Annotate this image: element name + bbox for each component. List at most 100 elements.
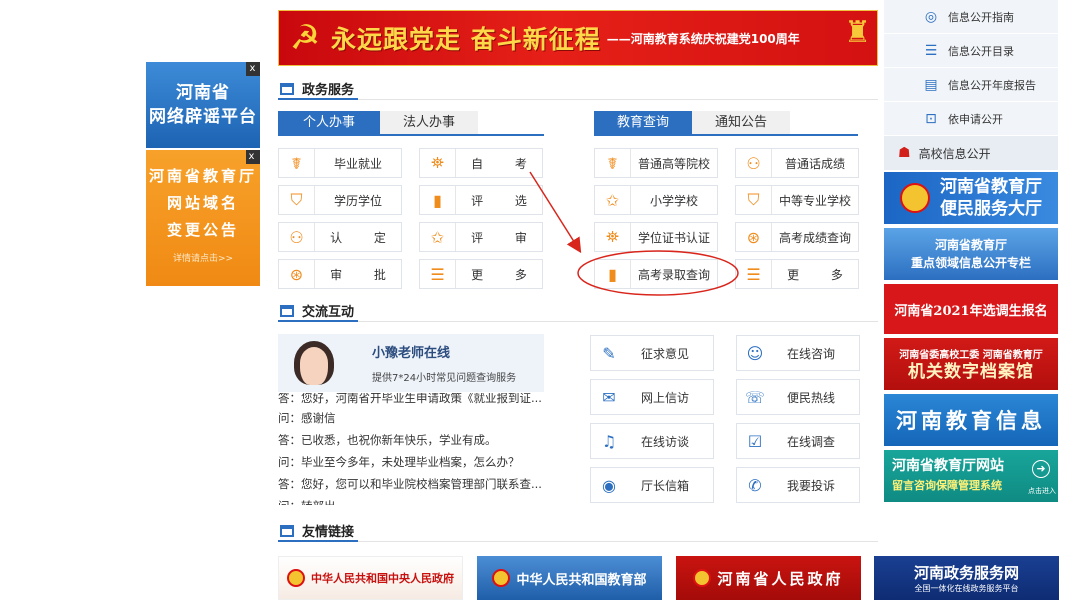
service-button[interactable]: ☤ 毕业就业: [278, 148, 402, 178]
interaction-button[interactable]: ✉ 网上信访: [590, 379, 714, 415]
service-button[interactable]: ✩ 小学学校: [594, 185, 718, 215]
party-emblem-icon: ☭: [289, 18, 321, 58]
digital-archive-banner[interactable]: 河南省委高校工委 河南省教育厅 机关数字档案馆: [884, 338, 1058, 390]
sidebar-item[interactable]: ◎ 信息公开指南: [884, 0, 1058, 34]
user-icon: ⚇: [736, 149, 772, 177]
list-item[interactable]: 问：转部出...: [278, 495, 544, 505]
gift-icon: ⛯: [420, 149, 456, 177]
banner-slogan: 永远跟党走 奋斗新征程: [331, 25, 601, 54]
service-button[interactable]: ▮ 高考录取查询: [594, 259, 718, 289]
list-item[interactable]: 问：毕业至今多年，未处理毕业档案，怎么办？: [278, 451, 544, 473]
personal-tabs: 个人办事 法人办事: [278, 111, 478, 135]
sidebar-item[interactable]: ☰ 信息公开目录: [884, 34, 1058, 68]
service-label: 更 多: [787, 267, 857, 282]
domain-ad-line1: 河南省教育厅: [148, 167, 257, 185]
list-item[interactable]: 答：您好，您可以和毕业院校档案管理部门联系查...: [278, 473, 544, 495]
national-emblem-icon: [693, 569, 712, 587]
document-icon: ▤: [924, 76, 938, 93]
list-icon: ☰: [736, 260, 772, 288]
tab-notices[interactable]: 通知公告: [692, 111, 790, 135]
service-label: 学位证书认证: [637, 230, 710, 245]
list-item[interactable]: 问：感谢信: [278, 407, 544, 429]
service-button[interactable]: ⛯ 学位证书认证: [594, 222, 718, 252]
rumor-platform-ad[interactable]: x 河南省 网络辟谣平台: [146, 62, 260, 148]
interaction-button[interactable]: ♫ 在线访谈: [590, 423, 714, 459]
bar-chart-icon: ▮: [595, 260, 631, 288]
interaction-label: 征求意见: [640, 346, 689, 361]
service-button[interactable]: ⚇ 认 定: [278, 222, 402, 252]
service-label: 小学学校: [649, 193, 698, 208]
sidebar-item-label: 信息公开指南: [948, 10, 1014, 24]
service-label: 认 定: [330, 230, 400, 245]
selection-banner[interactable]: 河南省2021年选调生报名: [884, 284, 1058, 334]
close-icon[interactable]: x: [246, 62, 260, 76]
service-label: 中等专业学校: [778, 193, 851, 208]
link-label: 河南省人民政府: [717, 569, 844, 588]
tab-personal[interactable]: 个人办事: [278, 111, 380, 135]
medal-icon: ☤: [595, 149, 631, 177]
link-central-gov[interactable]: 中华人民共和国中央人民政府: [278, 556, 463, 600]
medal-icon: ☤: [279, 149, 315, 177]
link-label: 中华人民共和国教育部: [516, 572, 647, 588]
link-henan-service[interactable]: 河南政务服务网 全国一体化在线政务服务平台: [874, 556, 1059, 600]
edu-info-banner[interactable]: 河南教育信息: [884, 394, 1058, 446]
list-item[interactable]: 答：已收悉，也祝你新年快乐，学业有成。: [278, 429, 544, 451]
message-system-banner[interactable]: 河南省教育厅网站 留言咨询保障管理系统 ➜ 点击进入: [884, 450, 1058, 502]
teacher-name: 小豫老师在线: [372, 346, 451, 361]
teacher-online-card[interactable]: 小豫老师在线 提供7*24小时常见问题查询服务: [278, 334, 544, 392]
query-tabs: 教育查询 通知公告: [594, 111, 790, 135]
link-sublabel: 全国一体化在线政务服务平台: [914, 584, 1019, 593]
service-button[interactable]: ⊛ 审 批: [278, 259, 402, 289]
interaction-button[interactable]: ✎ 征求意见: [590, 335, 714, 371]
anniversary-banner[interactable]: ☭ 永远跟党走 奋斗新征程 ——河南教育系统庆祝建党100周年 ♜: [278, 10, 878, 66]
sidebar-item[interactable]: ▤ 信息公开年度报告: [884, 68, 1058, 102]
interaction-button[interactable]: ☑ 在线调查: [736, 423, 860, 459]
checklist-icon: ☑: [747, 431, 763, 451]
interaction-button[interactable]: ✆ 我要投诉: [736, 467, 860, 503]
go-label: 点击进入: [1028, 487, 1056, 495]
edit-icon: ✎: [602, 343, 616, 363]
arrow-right-icon: ➜: [1032, 460, 1050, 478]
interaction-button[interactable]: ◉ 厅长信箱: [590, 467, 714, 503]
service-label: 审 批: [330, 267, 400, 282]
sidebar-item[interactable]: ⊡ 依申请公开: [884, 102, 1058, 136]
service-button[interactable]: ⛉ 学历学位: [278, 185, 402, 215]
list-item[interactable]: 答：您好，河南省开毕业生申请政策《就业报到证...: [278, 393, 544, 407]
compass-icon: ◎: [924, 8, 938, 25]
service-button[interactable]: ☤ 普通高等院校: [594, 148, 718, 178]
interaction-button[interactable]: ☏ 便民热线: [736, 379, 860, 415]
close-icon[interactable]: x: [246, 150, 260, 164]
service-button[interactable]: ⛉ 中等专业学校: [735, 185, 859, 215]
tab-edu-query[interactable]: 教育查询: [594, 111, 692, 135]
interaction-button[interactable]: ☺ 在线咨询: [736, 335, 860, 371]
domain-ad-more-link[interactable]: 详情请点击>>: [173, 246, 233, 273]
service-button[interactable]: ✩ 评 审: [419, 222, 543, 252]
service-label: 普通话成绩: [784, 156, 845, 171]
banner-line: 留言咨询保障管理系统: [892, 479, 1002, 492]
sidebar-item-university-info[interactable]: ☗ 高校信息公开: [884, 136, 1058, 170]
link-henan-gov[interactable]: 河南省人民政府: [676, 556, 861, 600]
service-hall-banner[interactable]: 河南省教育厅 便民服务大厅: [884, 172, 1058, 224]
service-button[interactable]: ⚇ 普通话成绩: [735, 148, 859, 178]
sidebar-item-label: 依申请公开: [948, 112, 1003, 126]
link-ministry-edu[interactable]: 中华人民共和国教育部: [477, 556, 662, 600]
service-button[interactable]: ☰ 更 多: [419, 259, 543, 289]
user-icon: ⚇: [279, 223, 315, 251]
tab-legal-person[interactable]: 法人办事: [380, 111, 478, 135]
qa-scroll-list[interactable]: 答：您好，河南省开毕业生申请政策《就业报到证... 问：感谢信 答：已收悉，也祝…: [278, 393, 544, 505]
interaction-label: 在线调查: [786, 434, 835, 449]
star-icon: ✩: [420, 223, 456, 251]
service-button[interactable]: ⊛ 高考成绩查询: [735, 222, 859, 252]
right-sidebar: ◎ 信息公开指南 ☰ 信息公开目录 ▤ 信息公开年度报告 ⊡ 依申请公开 ☗ 高校信息公开: [884, 0, 1058, 170]
link-label: 中华人民共和国中央人民政府: [311, 572, 454, 585]
domain-change-ad[interactable]: x 河南省教育厅 网站域名 变更公告 详情请点击>>: [146, 150, 260, 286]
service-button[interactable]: ☰ 更 多: [735, 259, 859, 289]
service-button[interactable]: ⛯ 自 考: [419, 148, 543, 178]
national-emblem-icon: [492, 569, 511, 587]
service-label: 更 多: [471, 267, 541, 282]
key-info-banner[interactable]: 河南省教育厅 重点领域信息公开专栏: [884, 228, 1058, 280]
mail-icon: ✉: [602, 387, 616, 407]
banner-line: 机关数字档案馆: [907, 362, 1034, 382]
service-button[interactable]: ▮ 评 选: [419, 185, 543, 215]
banner-line: 便民服务大厅: [940, 199, 1042, 219]
